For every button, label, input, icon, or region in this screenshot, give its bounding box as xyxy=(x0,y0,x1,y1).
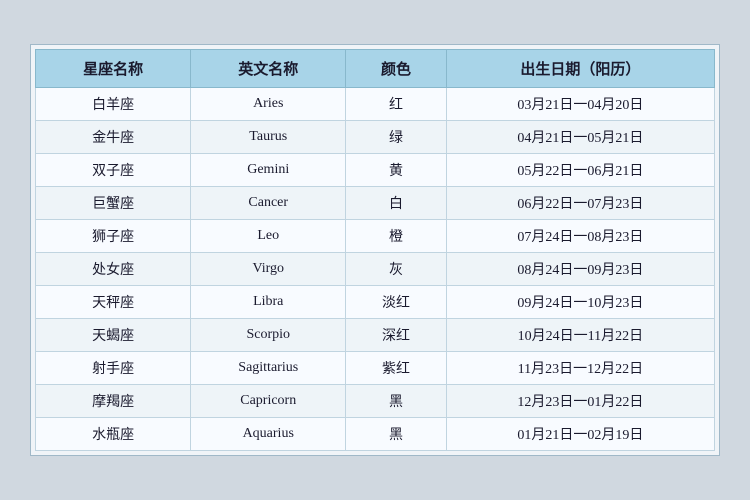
cell-color: 淡红 xyxy=(346,286,446,319)
cell-dates: 08月24日一09月23日 xyxy=(446,253,714,286)
cell-dates: 03月21日一04月20日 xyxy=(446,88,714,121)
table-row: 处女座Virgo灰08月24日一09月23日 xyxy=(36,253,715,286)
cell-english-name: Aquarius xyxy=(191,418,346,451)
cell-dates: 05月22日一06月21日 xyxy=(446,154,714,187)
zodiac-table: 星座名称 英文名称 颜色 出生日期（阳历） 白羊座Aries红03月21日一04… xyxy=(35,49,715,451)
cell-color: 灰 xyxy=(346,253,446,286)
cell-color: 橙 xyxy=(346,220,446,253)
cell-dates: 06月22日一07月23日 xyxy=(446,187,714,220)
cell-english-name: Leo xyxy=(191,220,346,253)
header-english-name: 英文名称 xyxy=(191,50,346,88)
cell-english-name: Sagittarius xyxy=(191,352,346,385)
cell-chinese-name: 天蝎座 xyxy=(36,319,191,352)
table-header-row: 星座名称 英文名称 颜色 出生日期（阳历） xyxy=(36,50,715,88)
table-row: 射手座Sagittarius紫红11月23日一12月22日 xyxy=(36,352,715,385)
cell-english-name: Gemini xyxy=(191,154,346,187)
cell-chinese-name: 天秤座 xyxy=(36,286,191,319)
cell-chinese-name: 白羊座 xyxy=(36,88,191,121)
zodiac-table-container: 星座名称 英文名称 颜色 出生日期（阳历） 白羊座Aries红03月21日一04… xyxy=(30,44,720,456)
table-row: 双子座Gemini黄05月22日一06月21日 xyxy=(36,154,715,187)
cell-chinese-name: 狮子座 xyxy=(36,220,191,253)
cell-color: 黑 xyxy=(346,385,446,418)
header-chinese-name: 星座名称 xyxy=(36,50,191,88)
cell-dates: 12月23日一01月22日 xyxy=(446,385,714,418)
cell-english-name: Scorpio xyxy=(191,319,346,352)
cell-chinese-name: 摩羯座 xyxy=(36,385,191,418)
table-row: 金牛座Taurus绿04月21日一05月21日 xyxy=(36,121,715,154)
header-dates: 出生日期（阳历） xyxy=(446,50,714,88)
cell-english-name: Taurus xyxy=(191,121,346,154)
cell-chinese-name: 射手座 xyxy=(36,352,191,385)
cell-english-name: Virgo xyxy=(191,253,346,286)
cell-dates: 10月24日一11月22日 xyxy=(446,319,714,352)
cell-dates: 04月21日一05月21日 xyxy=(446,121,714,154)
cell-color: 黑 xyxy=(346,418,446,451)
cell-color: 深红 xyxy=(346,319,446,352)
cell-color: 红 xyxy=(346,88,446,121)
cell-english-name: Capricorn xyxy=(191,385,346,418)
cell-dates: 09月24日一10月23日 xyxy=(446,286,714,319)
header-color: 颜色 xyxy=(346,50,446,88)
cell-color: 黄 xyxy=(346,154,446,187)
table-row: 狮子座Leo橙07月24日一08月23日 xyxy=(36,220,715,253)
cell-dates: 01月21日一02月19日 xyxy=(446,418,714,451)
table-row: 巨蟹座Cancer白06月22日一07月23日 xyxy=(36,187,715,220)
cell-chinese-name: 金牛座 xyxy=(36,121,191,154)
cell-chinese-name: 处女座 xyxy=(36,253,191,286)
cell-chinese-name: 巨蟹座 xyxy=(36,187,191,220)
cell-color: 白 xyxy=(346,187,446,220)
cell-english-name: Aries xyxy=(191,88,346,121)
table-body: 白羊座Aries红03月21日一04月20日金牛座Taurus绿04月21日一0… xyxy=(36,88,715,451)
table-row: 白羊座Aries红03月21日一04月20日 xyxy=(36,88,715,121)
table-row: 摩羯座Capricorn黑12月23日一01月22日 xyxy=(36,385,715,418)
cell-dates: 11月23日一12月22日 xyxy=(446,352,714,385)
cell-english-name: Cancer xyxy=(191,187,346,220)
table-row: 天秤座Libra淡红09月24日一10月23日 xyxy=(36,286,715,319)
cell-color: 绿 xyxy=(346,121,446,154)
cell-chinese-name: 双子座 xyxy=(36,154,191,187)
cell-dates: 07月24日一08月23日 xyxy=(446,220,714,253)
cell-english-name: Libra xyxy=(191,286,346,319)
cell-color: 紫红 xyxy=(346,352,446,385)
table-row: 水瓶座Aquarius黑01月21日一02月19日 xyxy=(36,418,715,451)
table-row: 天蝎座Scorpio深红10月24日一11月22日 xyxy=(36,319,715,352)
cell-chinese-name: 水瓶座 xyxy=(36,418,191,451)
